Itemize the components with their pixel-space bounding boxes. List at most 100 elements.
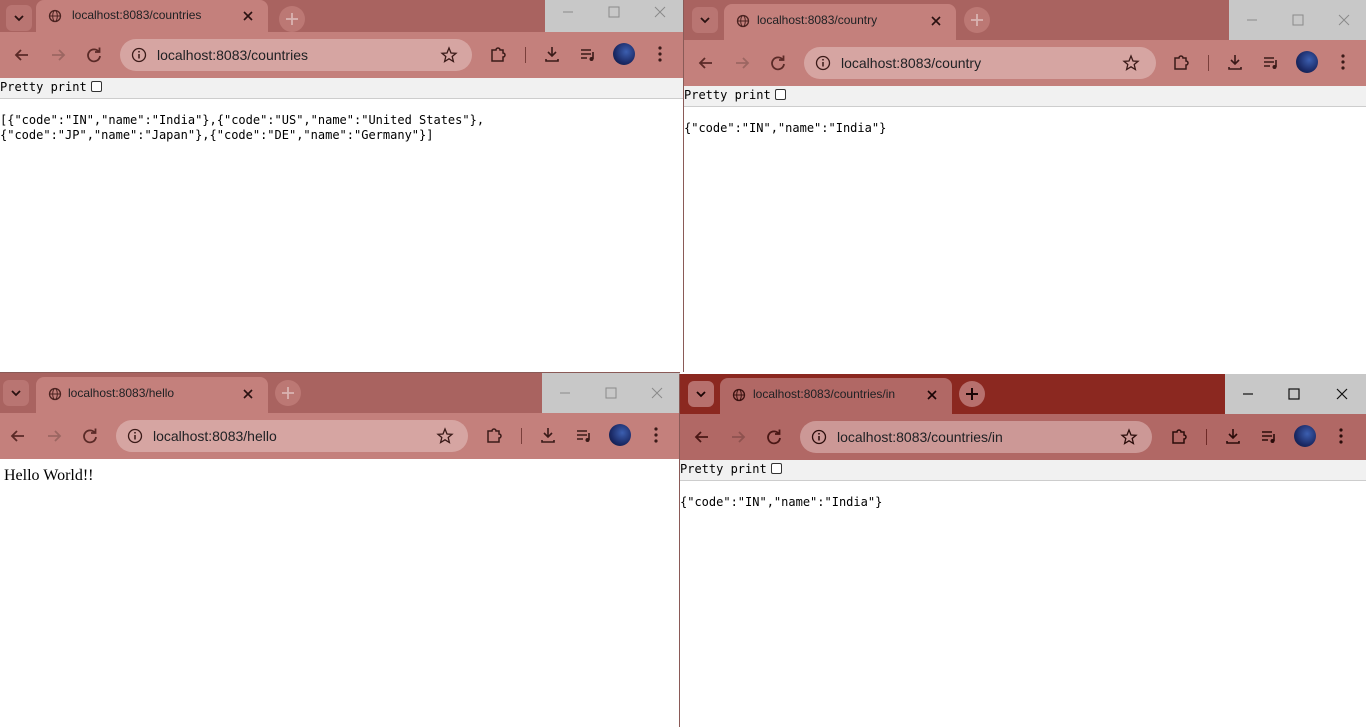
media-queue-icon[interactable]: [574, 425, 594, 445]
arrow-right-icon[interactable]: [730, 51, 754, 75]
tab-search-button[interactable]: [3, 380, 29, 406]
close-icon[interactable]: [922, 385, 942, 405]
tab-active[interactable]: localhost:8083/countries/in: [720, 378, 952, 414]
reload-icon[interactable]: [766, 51, 790, 75]
star-icon[interactable]: [1122, 54, 1140, 72]
new-tab-button[interactable]: [959, 381, 985, 407]
toolbar: localhost:8083/countries/in: [680, 414, 1366, 460]
avatar[interactable]: [609, 424, 631, 446]
toolbar: localhost:8083/country: [684, 40, 1366, 86]
close-window-button[interactable]: [634, 373, 680, 413]
tab-active[interactable]: localhost:8083/country: [724, 4, 956, 40]
puzzle-icon[interactable]: [485, 425, 505, 445]
new-tab-button[interactable]: [964, 7, 990, 33]
media-queue-icon[interactable]: [578, 44, 598, 64]
close-window-button[interactable]: [637, 0, 683, 32]
chevron-down-icon: [14, 15, 24, 22]
media-queue-icon[interactable]: [1259, 426, 1279, 446]
maximize-button[interactable]: [591, 0, 637, 32]
download-icon[interactable]: [1223, 426, 1243, 446]
close-icon[interactable]: [238, 6, 258, 26]
tab-active[interactable]: localhost:8083/countries: [36, 0, 268, 32]
hello-text: Hello World!!: [4, 467, 94, 484]
minimize-icon: [1247, 19, 1257, 21]
media-queue-icon[interactable]: [1261, 52, 1281, 72]
minimize-icon: [1243, 393, 1253, 395]
close-window-button[interactable]: [1321, 0, 1366, 40]
arrow-left-icon[interactable]: [10, 43, 34, 67]
new-tab-button[interactable]: [279, 6, 305, 32]
address-bar[interactable]: localhost:8083/hello: [116, 420, 468, 452]
pretty-print-label: Pretty print: [0, 80, 87, 94]
chevron-down-icon: [11, 390, 21, 397]
minimize-button[interactable]: [1225, 374, 1271, 414]
close-icon[interactable]: [238, 384, 258, 404]
pretty-print-checkbox[interactable]: [775, 89, 786, 100]
download-icon[interactable]: [542, 44, 562, 64]
reload-icon[interactable]: [82, 43, 106, 67]
puzzle-icon[interactable]: [1170, 426, 1190, 446]
tab-search-button[interactable]: [692, 7, 718, 33]
info-icon[interactable]: [131, 47, 147, 63]
puzzle-icon[interactable]: [1172, 52, 1192, 72]
toolbar-separator: [1208, 55, 1209, 71]
more-menu-icon[interactable]: [1333, 52, 1353, 72]
maximize-icon: [1288, 388, 1300, 400]
avatar[interactable]: [1294, 425, 1316, 447]
arrow-right-icon[interactable]: [46, 43, 70, 67]
pretty-print-checkbox[interactable]: [91, 81, 102, 92]
pretty-print-checkbox[interactable]: [771, 463, 782, 474]
close-icon: [654, 6, 666, 18]
avatar[interactable]: [1296, 51, 1318, 73]
reload-icon[interactable]: [762, 425, 786, 449]
star-icon[interactable]: [1120, 428, 1138, 446]
json-response: [{"code":"IN","name":"India"},{"code":"U…: [0, 113, 485, 142]
more-menu-icon[interactable]: [650, 44, 670, 64]
tab-search-button[interactable]: [6, 5, 32, 31]
tab-title: localhost:8083/country: [757, 13, 878, 27]
info-icon[interactable]: [811, 429, 827, 445]
close-icon[interactable]: [926, 11, 946, 31]
arrow-left-icon[interactable]: [6, 424, 30, 448]
info-icon[interactable]: [815, 55, 831, 71]
puzzle-icon[interactable]: [489, 44, 509, 64]
minimize-button[interactable]: [1229, 0, 1275, 40]
star-icon[interactable]: [440, 46, 458, 64]
page-content: Hello World!!: [0, 459, 680, 728]
tab-title: localhost:8083/countries/in: [753, 387, 896, 401]
maximize-button[interactable]: [1271, 374, 1317, 414]
avatar[interactable]: [613, 43, 635, 65]
more-menu-icon[interactable]: [646, 425, 666, 445]
plus-icon: [282, 387, 294, 399]
close-window-button[interactable]: [1317, 374, 1366, 414]
download-icon[interactable]: [1225, 52, 1245, 72]
reload-icon[interactable]: [78, 424, 102, 448]
address-bar[interactable]: localhost:8083/countries: [120, 39, 472, 71]
arrow-right-icon[interactable]: [42, 424, 66, 448]
pretty-print-bar: Pretty print: [0, 78, 683, 99]
close-icon: [1338, 14, 1350, 26]
info-icon[interactable]: [127, 428, 143, 444]
minimize-button[interactable]: [542, 373, 588, 413]
arrow-left-icon[interactable]: [690, 425, 714, 449]
close-icon: [651, 387, 663, 399]
minimize-button[interactable]: [545, 0, 591, 32]
maximize-icon: [1292, 14, 1304, 26]
address-bar[interactable]: localhost:8083/country: [804, 47, 1156, 79]
maximize-button[interactable]: [1275, 0, 1321, 40]
tab-search-button[interactable]: [688, 381, 714, 407]
more-menu-icon[interactable]: [1331, 426, 1351, 446]
address-bar[interactable]: localhost:8083/countries/in: [800, 421, 1152, 453]
pretty-print-label: Pretty print: [680, 462, 767, 476]
download-icon[interactable]: [538, 425, 558, 445]
star-icon[interactable]: [436, 427, 454, 445]
tab-strip: localhost:8083/countries/in: [680, 374, 1366, 414]
arrow-right-icon[interactable]: [726, 425, 750, 449]
arrow-left-icon[interactable]: [694, 51, 718, 75]
maximize-button[interactable]: [588, 373, 634, 413]
tab-active[interactable]: localhost:8083/hello: [36, 377, 268, 413]
new-tab-button[interactable]: [275, 380, 301, 406]
globe-icon: [736, 14, 750, 28]
minimize-icon: [560, 392, 570, 394]
plus-icon: [966, 388, 978, 400]
